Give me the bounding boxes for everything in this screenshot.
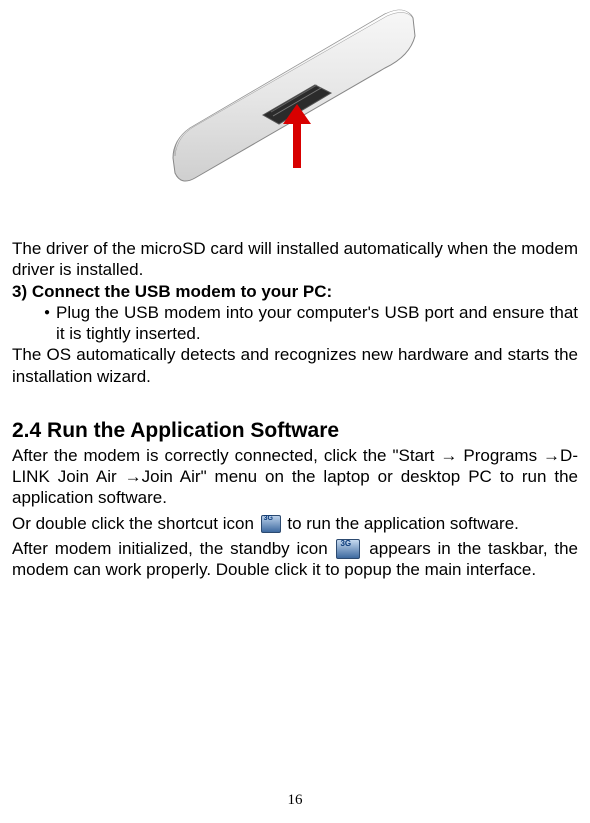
para4-text-b: to run the application software. [287,514,519,533]
modem-figure-wrap [12,0,578,238]
paragraph-standby: After modem initialized, the standby ico… [12,538,578,581]
modem-svg [155,8,435,218]
section-heading-run-app: 2.4 Run the Application Software [12,419,578,443]
paragraph-driver-info: The driver of the microSD card will inst… [12,238,578,281]
page-number: 16 [0,792,590,809]
bullet-icon: ● [44,302,56,345]
para4-text-a: Or double click the shortcut icon [12,514,259,533]
shortcut-3g-icon [261,515,281,533]
paragraph-shortcut: Or double click the shortcut icon to run… [12,513,578,534]
bullet-plug-modem: ● Plug the USB modem into your computer'… [12,302,578,345]
standby-3g-icon [336,539,360,559]
usb-modem-illustration [155,8,435,218]
para5-text-a: After modem initialized, the standby ico… [12,539,334,558]
paragraph-os-detect: The OS automatically detects and recogni… [12,344,578,387]
bullet-text: Plug the USB modem into your computer's … [56,302,578,345]
paragraph-run-menu: After the modem is correctly connected, … [12,445,578,509]
step3-heading: 3) Connect the USB modem to your PC: [12,281,578,302]
